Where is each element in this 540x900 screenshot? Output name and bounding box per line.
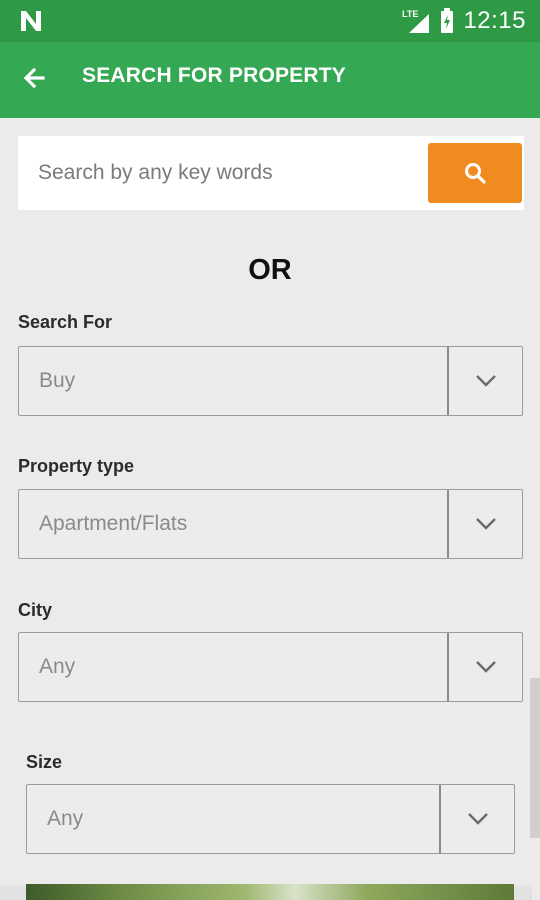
dropdown-toggle[interactable] [449,347,522,415]
property-type-label: Property type [18,456,135,476]
scrollbar-thumb[interactable] [530,678,540,838]
app-bar: SEARCH FOR PROPERTY [0,42,540,118]
back-button[interactable] [14,58,54,98]
search-bar [18,136,524,210]
city-value: Any [39,655,76,678]
arrow-left-icon [23,67,45,89]
or-divider-text: OR [248,254,292,286]
search-icon [465,163,486,184]
battery-icon [441,8,454,33]
notification-n-icon [21,11,41,31]
dropdown-toggle[interactable] [449,633,522,701]
dropdown-toggle[interactable] [449,490,522,558]
size-value: Any [47,807,84,830]
status-time: 12:15 [463,7,526,34]
search-for-label: Search For [18,312,113,332]
property-photo[interactable] [26,884,514,900]
status-bar: LTE 12:15 [0,0,540,42]
property-type-value: Apartment/Flats [39,512,188,535]
status-indicators: LTE 12:15 [401,7,526,35]
chevron-down-icon [475,375,496,387]
page-title: SEARCH FOR PROPERTY [82,64,346,87]
property-type-select[interactable]: Apartment/Flats [18,489,523,559]
search-for-select[interactable]: Buy [18,346,523,416]
city-label: City [18,600,53,620]
search-button[interactable] [428,143,522,203]
dropdown-toggle[interactable] [441,785,514,853]
svg-text:LTE: LTE [402,9,418,19]
search-for-value: Buy [39,369,76,392]
city-select[interactable]: Any [18,632,523,702]
search-input[interactable] [18,136,438,210]
chevron-down-icon [467,813,488,825]
size-label: Size [26,752,63,772]
chevron-down-icon [475,518,496,530]
search-form: OR Search For Buy Property type Apartmen… [0,118,540,900]
lte-signal-icon: LTE [402,9,430,33]
size-select[interactable]: Any [26,784,515,854]
chevron-down-icon [475,661,496,673]
